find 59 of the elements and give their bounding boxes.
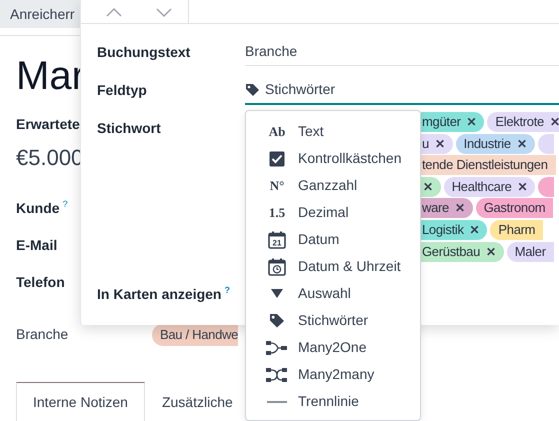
field-label: Telefon xyxy=(16,273,65,292)
text-field[interactable]: Branche xyxy=(245,38,559,66)
remove-icon[interactable]: ✕ xyxy=(466,112,476,132)
remove-icon[interactable]: ✕ xyxy=(470,220,480,240)
field-label: Branche xyxy=(16,325,70,344)
field-label: Feldtyp xyxy=(97,81,148,100)
dropdown-item[interactable]: Many2One xyxy=(246,334,420,361)
tag: Gerüstbau ✕ xyxy=(421,242,504,262)
dropdown-item[interactable]: 1.5 Dezimal xyxy=(246,199,420,226)
dropdown-item[interactable]: Datum & Uhrzeit xyxy=(246,253,420,280)
relations-icon xyxy=(266,368,288,382)
tab[interactable]: Interne Notizen xyxy=(16,382,145,421)
field-label: Buchungstext xyxy=(97,42,192,62)
calendar-icon: 21 xyxy=(268,230,286,248)
remove-icon[interactable]: ✕ xyxy=(434,134,445,154)
tag: u ✕ xyxy=(421,134,453,154)
dropdown-item[interactable]: Auswahl xyxy=(246,280,420,307)
dropdown-item[interactable]: 21 Datum xyxy=(246,226,420,253)
tag: Logistik ✕ xyxy=(421,220,488,240)
caret-down-icon xyxy=(271,289,283,298)
record-title: Mar xyxy=(16,54,85,98)
field-label: E-Mail xyxy=(16,236,58,255)
help-icon[interactable]: ? xyxy=(62,198,68,212)
relation-icon xyxy=(266,340,288,354)
tag: Bau / Handwe xyxy=(152,324,238,346)
tag: ware ✕ xyxy=(421,198,473,218)
type-icon: 1.5 xyxy=(266,204,288,222)
type-icon: Ab xyxy=(266,122,288,140)
remove-icon[interactable]: ✕ xyxy=(516,134,527,154)
tag: tende Dienstleistungen xyxy=(421,155,556,176)
line-icon xyxy=(267,400,287,402)
dropdown-item[interactable]: Ab Text xyxy=(246,118,420,145)
select-field[interactable]: Stichwörter xyxy=(245,76,559,105)
field-label: In Karten anzeigen xyxy=(97,286,222,302)
type-icon: N° xyxy=(266,176,288,194)
tag: Gastronom xyxy=(476,198,554,218)
field-label: Stichwort xyxy=(97,118,162,138)
help-icon[interactable]: ? xyxy=(224,284,230,294)
remove-icon[interactable]: ✕ xyxy=(423,176,433,197)
remove-icon[interactable]: ✕ xyxy=(518,176,528,197)
calendar-clock-icon xyxy=(268,258,286,276)
tag: Pharm xyxy=(490,220,544,240)
tag-icon xyxy=(269,313,285,328)
tag: Industrie ✕ xyxy=(456,134,535,154)
remove-icon[interactable]: ✕ xyxy=(454,198,465,218)
dropdown-item[interactable]: Kontrollkästchen xyxy=(246,145,420,172)
field-label: Erwartete xyxy=(16,115,80,134)
checkbox-icon xyxy=(269,150,285,166)
tab[interactable]: Anreicherr xyxy=(10,6,75,22)
field-label: Kunde xyxy=(16,199,60,218)
tag: Maler xyxy=(506,242,554,262)
tag: mgüter ✕ xyxy=(421,112,484,132)
dropdown-item[interactable]: N° Ganzzahl xyxy=(246,172,420,199)
tag-icon xyxy=(245,82,261,96)
remove-icon[interactable]: ✕ xyxy=(486,242,496,262)
dropdown-item[interactable]: Stichwörter xyxy=(246,307,420,334)
tag: Healthcare ✕ xyxy=(444,176,536,197)
tag: Elektrote ✕ xyxy=(487,112,559,132)
remove-icon[interactable]: ✕ xyxy=(550,112,559,132)
